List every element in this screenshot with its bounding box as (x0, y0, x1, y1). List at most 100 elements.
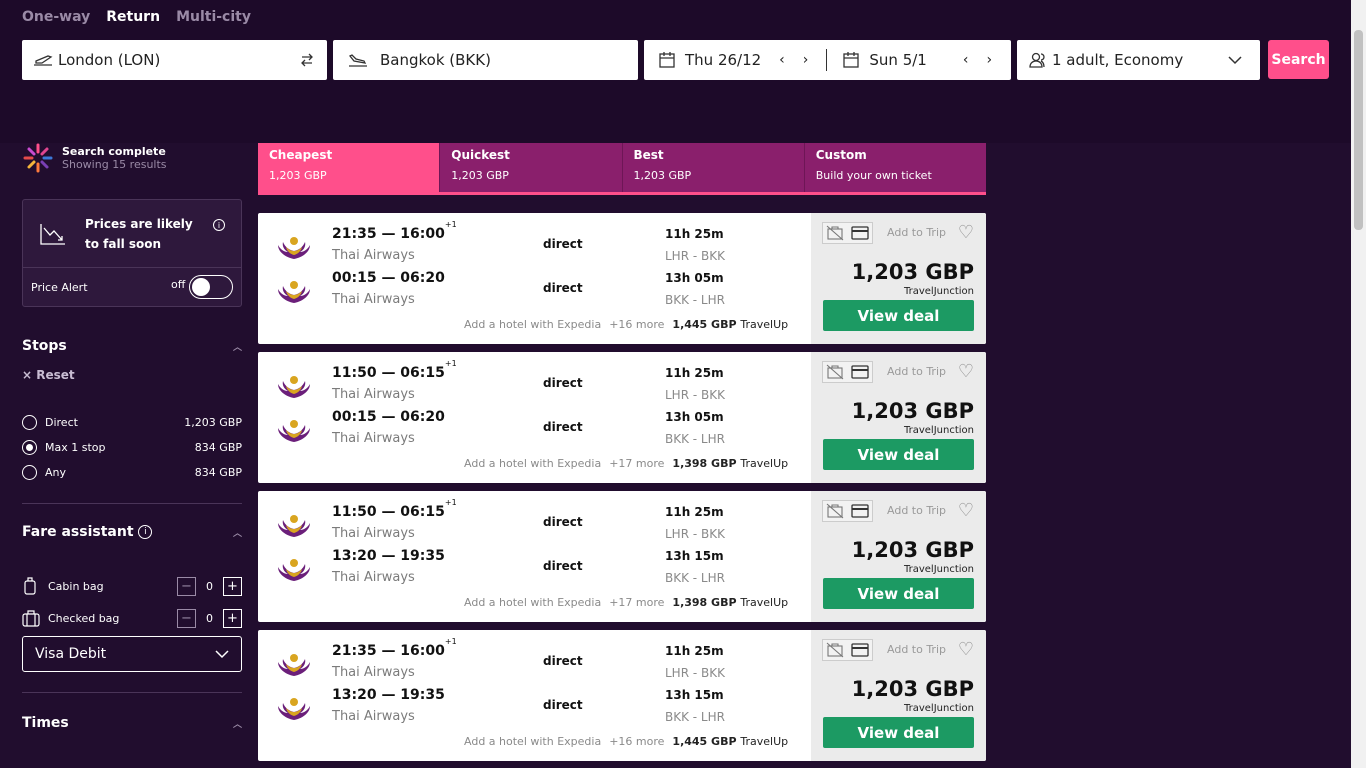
itinerary[interactable]: 11:50 — 06:15+1 Thai Airways direct 11h 25m… (258, 352, 811, 483)
card-footer: Add a hotel with Expedia +16 more 1,445 GB… (464, 735, 788, 748)
add-to-trip-link[interactable]: Add to Trip (887, 643, 946, 656)
airline-logo-icon (274, 694, 314, 722)
decrement-button[interactable]: − (177, 576, 196, 596)
add-hotel-link[interactable]: Add a hotel with Expedia (464, 318, 601, 331)
tab-multi-city[interactable]: Multi-city (176, 9, 251, 25)
deal-panel: Add to Trip ♡ 1,203 GBP TravelJunction View … (811, 630, 986, 761)
result-card[interactable]: 21:35 — 16:00+1 Thai Airways direct 11h 25m… (258, 213, 986, 344)
radio-max-1-stop[interactable] (22, 440, 37, 455)
fare-features (822, 500, 873, 522)
tab-return[interactable]: Return (106, 9, 160, 25)
alt-offer[interactable]: 1,445 GBP TravelUp (672, 735, 788, 748)
view-deal-button[interactable]: View deal (823, 300, 974, 331)
destination-field[interactable]: Bangkok (BKK) (333, 40, 638, 80)
alt-offer[interactable]: 1,445 GBP TravelUp (672, 318, 788, 331)
tab-best[interactable]: Best 1,203 GBP (622, 143, 805, 192)
duration: 13h 05m (665, 271, 724, 285)
info-icon[interactable]: i (213, 219, 225, 231)
result-card[interactable]: 11:50 — 06:15+1 Thai Airways direct 11h 25m… (258, 352, 986, 483)
tab-name: Quickest (451, 148, 510, 162)
more-providers-link[interactable]: +16 more (609, 318, 664, 331)
reset-stops-button[interactable]: × Reset (22, 368, 242, 382)
caret-up-icon: ︿ (232, 528, 242, 539)
add-hotel-link[interactable]: Add a hotel with Expedia (464, 735, 601, 748)
tab-custom[interactable]: Custom Build your own ticket (804, 143, 986, 192)
heart-icon[interactable]: ♡ (958, 500, 974, 521)
depart-next-icon[interactable]: › (803, 52, 809, 68)
flight-times: 13:20 — 19:35 (332, 548, 445, 564)
flight-leg: 00:15 — 06:20 Thai Airways direct 13h 05m BK… (258, 267, 811, 311)
times-title: Times (22, 715, 69, 731)
deal-provider: TravelJunction (903, 425, 974, 436)
view-deal-button[interactable]: View deal (823, 578, 974, 609)
deal-price: 1,203 GBP (851, 399, 974, 423)
itinerary[interactable]: 11:50 — 06:15+1 Thai Airways direct 11h 25m… (258, 491, 811, 622)
chevron-down-icon (215, 650, 229, 659)
info-icon[interactable]: i (138, 525, 153, 539)
fare-features (822, 361, 873, 383)
increment-button[interactable]: + (223, 608, 242, 628)
add-hotel-link[interactable]: Add a hotel with Expedia (464, 596, 601, 609)
view-deal-button[interactable]: View deal (823, 717, 974, 748)
heart-icon[interactable]: ♡ (958, 222, 974, 243)
add-to-trip-link[interactable]: Add to Trip (887, 226, 946, 239)
decrement-button[interactable]: − (177, 608, 196, 628)
reset-label: Reset (36, 368, 75, 382)
stops-label: direct (543, 515, 583, 529)
travellers-field[interactable]: 1 adult, Economy (1017, 40, 1260, 80)
tab-cheapest[interactable]: Cheapest 1,203 GBP (258, 143, 441, 192)
dates-field[interactable]: Thu 26/12 ‹ › Sun 5/1 ‹ › (644, 40, 1011, 80)
itinerary[interactable]: 21:35 — 16:00+1 Thai Airways direct 11h 25m… (258, 630, 811, 761)
stops-section-header[interactable]: Stops ︿ (22, 338, 242, 354)
result-card[interactable]: 11:50 — 06:15+1 Thai Airways direct 11h 25m… (258, 491, 986, 622)
more-providers-link[interactable]: +17 more (609, 596, 664, 609)
heart-icon[interactable]: ♡ (958, 639, 974, 660)
origin-field[interactable]: London (LON) (22, 40, 327, 80)
swap-icon[interactable] (299, 52, 315, 68)
tab-quickest[interactable]: Quickest 1,203 GBP (440, 143, 623, 192)
stop-option-direct[interactable]: Direct 1,203 GBP (22, 410, 242, 435)
depart-prev-icon[interactable]: ‹ (779, 52, 785, 68)
itinerary[interactable]: 21:35 — 16:00+1 Thai Airways direct 11h 25m… (258, 213, 811, 344)
alt-offer[interactable]: 1,398 GBP TravelUp (672, 596, 788, 609)
payment-method-select[interactable]: Visa Debit (22, 636, 242, 672)
bag-label: Checked bag (48, 611, 120, 625)
deal-price: 1,203 GBP (851, 260, 974, 284)
scrollbar-thumb[interactable] (1354, 30, 1363, 230)
plane-takeoff-icon (34, 55, 53, 66)
heart-icon[interactable]: ♡ (958, 361, 974, 382)
times-section-header[interactable]: Times ︿ (22, 715, 242, 731)
fare-title: Fare assistant i (22, 524, 153, 540)
add-hotel-link[interactable]: Add a hotel with Expedia (464, 457, 601, 470)
more-providers-link[interactable]: +17 more (609, 457, 664, 470)
search-button[interactable]: Search (1268, 40, 1329, 79)
stop-option-max-1-stop[interactable]: Max 1 stop 834 GBP (22, 435, 242, 460)
stop-option-any[interactable]: Any 834 GBP (22, 460, 242, 485)
no-bag-icon (826, 364, 844, 380)
view-deal-button[interactable]: View deal (823, 439, 974, 470)
add-to-trip-link[interactable]: Add to Trip (887, 504, 946, 517)
flight-times: 11:50 — 06:15+1 (332, 359, 457, 381)
flight-leg: 13:20 — 19:35 Thai Airways direct 13h 15m BK… (258, 545, 811, 589)
stops-label: direct (543, 237, 583, 251)
flight-times: 00:15 — 06:20 (332, 270, 445, 286)
airline-logo-icon (274, 277, 314, 305)
divider (22, 503, 242, 504)
search-status: Search complete Showing 15 results (22, 143, 242, 173)
fare-assistant-header[interactable]: Fare assistant i ︿ (22, 524, 242, 540)
alt-offer[interactable]: 1,398 GBP TravelUp (672, 457, 788, 470)
add-to-trip-link[interactable]: Add to Trip (887, 365, 946, 378)
return-prev-icon[interactable]: ‹ (963, 52, 969, 68)
more-providers-link[interactable]: +16 more (609, 735, 664, 748)
stops-title: Stops (22, 338, 67, 354)
airline-name: Thai Airways (332, 387, 415, 402)
credit-card-icon (851, 643, 869, 657)
scrollbar[interactable] (1351, 0, 1366, 768)
tab-one-way[interactable]: One-way (22, 9, 90, 25)
price-alert-toggle[interactable] (189, 275, 233, 299)
radio-direct[interactable] (22, 415, 37, 430)
increment-button[interactable]: + (223, 576, 242, 596)
radio-any[interactable] (22, 465, 37, 480)
result-card[interactable]: 21:35 — 16:00+1 Thai Airways direct 11h 25m… (258, 630, 986, 761)
return-next-icon[interactable]: › (986, 52, 992, 68)
